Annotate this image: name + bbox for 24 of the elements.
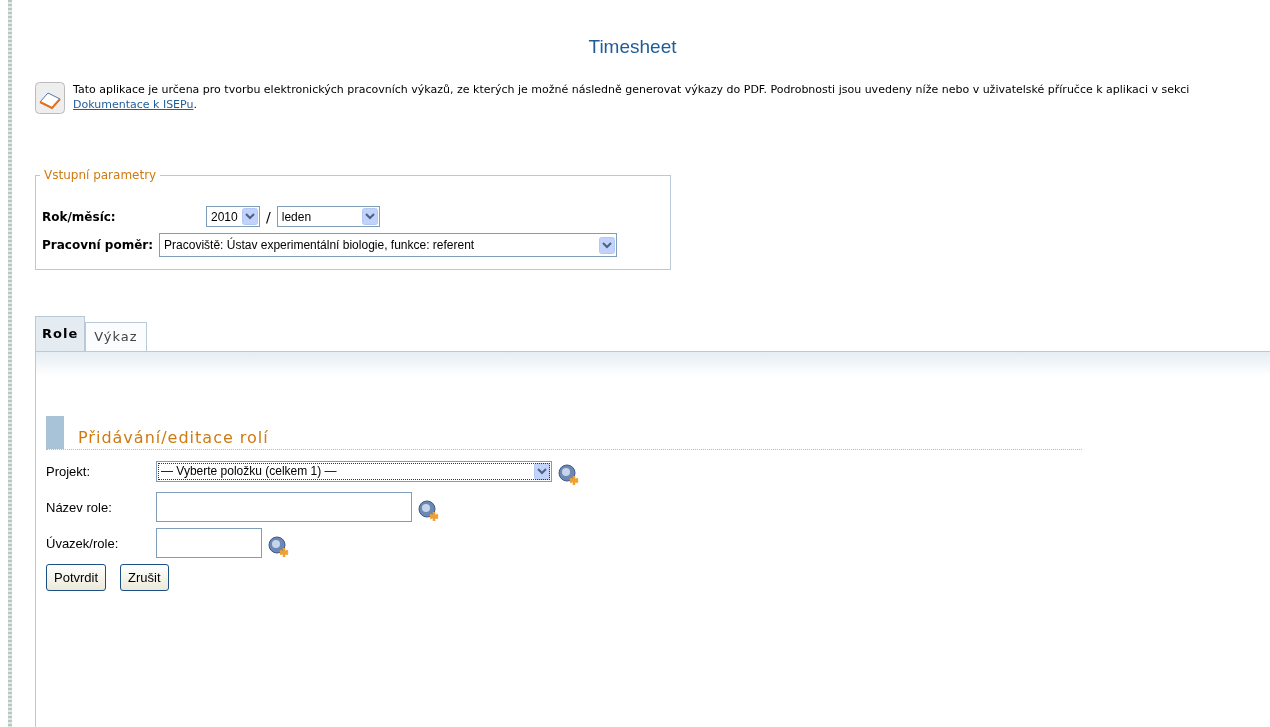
intro-text: Tato aplikace je určena pro tvorbu elektronických pracovních výkazů, ze kterých je možné následně generovat výkazy do PDF. Podrobnosti jsou uvedeny níže nebo v uživatelské příručce k aplikaci v sekci Dokumentace k ISEPu. bbox=[73, 82, 1191, 112]
book-icon bbox=[35, 82, 65, 114]
section-heading: Přidávání/editace rolí bbox=[78, 428, 269, 447]
help-icon[interactable] bbox=[558, 464, 580, 486]
field-label: Pracovní poměr: bbox=[42, 238, 154, 252]
separator-text: / bbox=[266, 208, 271, 225]
field-label: Název role: bbox=[46, 499, 113, 515]
tab[interactable]: Výkaz bbox=[85, 322, 147, 351]
help-icon[interactable] bbox=[418, 500, 440, 522]
field-label: Rok/měsíc: bbox=[42, 209, 117, 224]
panel-legend: Vstupní parametry bbox=[40, 168, 161, 182]
field-label: Úvazek/role: bbox=[46, 535, 120, 551]
form-button[interactable]: Potvrdit bbox=[46, 564, 107, 591]
field-label: Projekt: bbox=[46, 463, 92, 479]
help-icon[interactable] bbox=[268, 536, 290, 558]
project-select[interactable]: — Vyberte položku (celkem 1) — bbox=[156, 460, 552, 482]
tab[interactable]: Role bbox=[35, 316, 86, 351]
month-select[interactable]: leden bbox=[276, 206, 380, 227]
input-field[interactable] bbox=[156, 492, 412, 522]
year-select[interactable]: 2010 bbox=[206, 206, 260, 227]
form-button[interactable]: Zrušit bbox=[120, 564, 169, 591]
input-field[interactable] bbox=[156, 528, 262, 558]
employment-select[interactable]: Pracoviště: Ústav experimentální biologie, funkce: referent bbox=[159, 233, 618, 257]
page-title: Timesheet bbox=[588, 36, 677, 58]
